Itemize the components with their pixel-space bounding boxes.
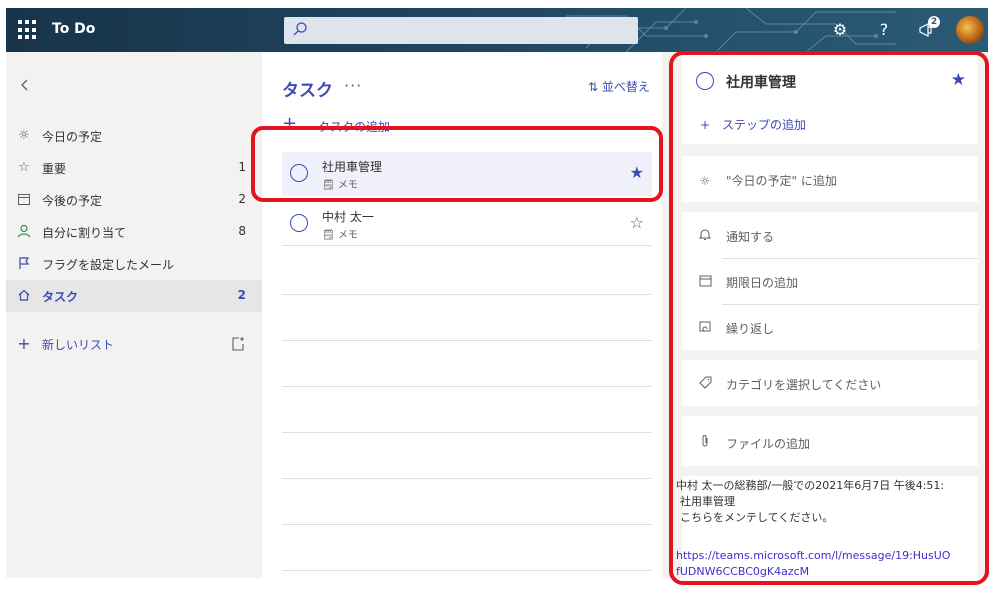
sidebar-item-label: フラグを設定したメール [42, 258, 175, 272]
empty-row-line [282, 432, 652, 433]
help-icon[interactable]: ? [872, 18, 896, 42]
new-group-icon[interactable] [230, 336, 246, 352]
megaphone-icon[interactable]: 2 [914, 16, 940, 42]
sidebar-item-tasks[interactable]: タスク 2 [6, 280, 262, 312]
app-title[interactable]: To Do [52, 21, 95, 37]
sidebar-item-my-day[interactable]: ☼ 今日の予定 [6, 120, 262, 152]
home-icon [16, 288, 32, 304]
sort-icon: ⇅ [588, 80, 602, 94]
sidebar-item-count: 1 [238, 160, 246, 174]
task-meta: 🗒 メモ [322, 226, 358, 241]
sidebar-item-count: 8 [238, 224, 246, 238]
sort-button[interactable]: ⇅ 並べ替え [588, 78, 650, 95]
task-row[interactable]: 中村 太一 🗒 メモ ☆ [282, 202, 652, 246]
sidebar-item-important[interactable]: ☆ 重要 1 [6, 152, 262, 184]
plus-icon: + [17, 334, 31, 353]
sidebar-item-assigned[interactable]: 自分に割り当て 8 [6, 216, 262, 248]
list-options-button[interactable]: ··· [344, 76, 362, 95]
empty-row-line [282, 524, 652, 525]
search-icon [293, 22, 307, 36]
sidebar-item-planned[interactable]: 今後の予定 2 [6, 184, 262, 216]
flag-icon [16, 256, 32, 272]
sun-icon: ☼ [18, 128, 30, 143]
sidebar-item-label: 自分に割り当て [42, 226, 127, 240]
avatar[interactable] [956, 16, 984, 44]
collapse-sidebar-icon[interactable] [18, 76, 38, 96]
important-star-icon[interactable]: ☆ [630, 213, 644, 232]
list-title: タスク [282, 81, 333, 101]
empty-row-line [282, 294, 652, 295]
star-icon: ☆ [18, 160, 30, 175]
empty-row-line [282, 478, 652, 479]
sidebar-item-count: 2 [238, 192, 246, 206]
waffle-icon[interactable] [18, 20, 38, 40]
person-icon [16, 224, 32, 240]
notification-badge: 2 [928, 16, 940, 28]
sort-label: 並べ替え [601, 80, 650, 94]
sidebar-item-flagged-email[interactable]: フラグを設定したメール [6, 248, 262, 280]
calendar-icon [16, 192, 32, 208]
new-list-label: 新しいリスト [42, 338, 115, 352]
sidebar-item-label: 重要 [42, 162, 67, 176]
new-list-button[interactable]: + 新しいリスト [6, 328, 262, 360]
search-input[interactable] [284, 17, 638, 44]
complete-task-checkbox[interactable] [290, 214, 308, 232]
top-bar: To Do ⚙ ? 2 [6, 8, 988, 52]
gear-icon[interactable]: ⚙ [828, 18, 852, 42]
sidebar-item-label: 今後の予定 [42, 194, 103, 208]
sidebar-item-label: 今日の予定 [42, 130, 103, 144]
note-icon: 🗒 [322, 230, 338, 241]
empty-row-line [282, 386, 652, 387]
detail-pane-highlight [669, 51, 989, 585]
selected-task-highlight [251, 126, 663, 202]
sidebar-item-label: タスク [42, 290, 79, 304]
sidebar-item-count: 2 [237, 288, 246, 302]
note-label: メモ [337, 230, 358, 241]
empty-row-line [282, 570, 652, 571]
empty-row-line [282, 340, 652, 341]
task-title: 中村 太一 [322, 210, 374, 224]
sidebar: ☼ 今日の予定 ☆ 重要 1 今後の予定 2 自分に割り当て 8 フラグを設定し… [6, 52, 262, 578]
